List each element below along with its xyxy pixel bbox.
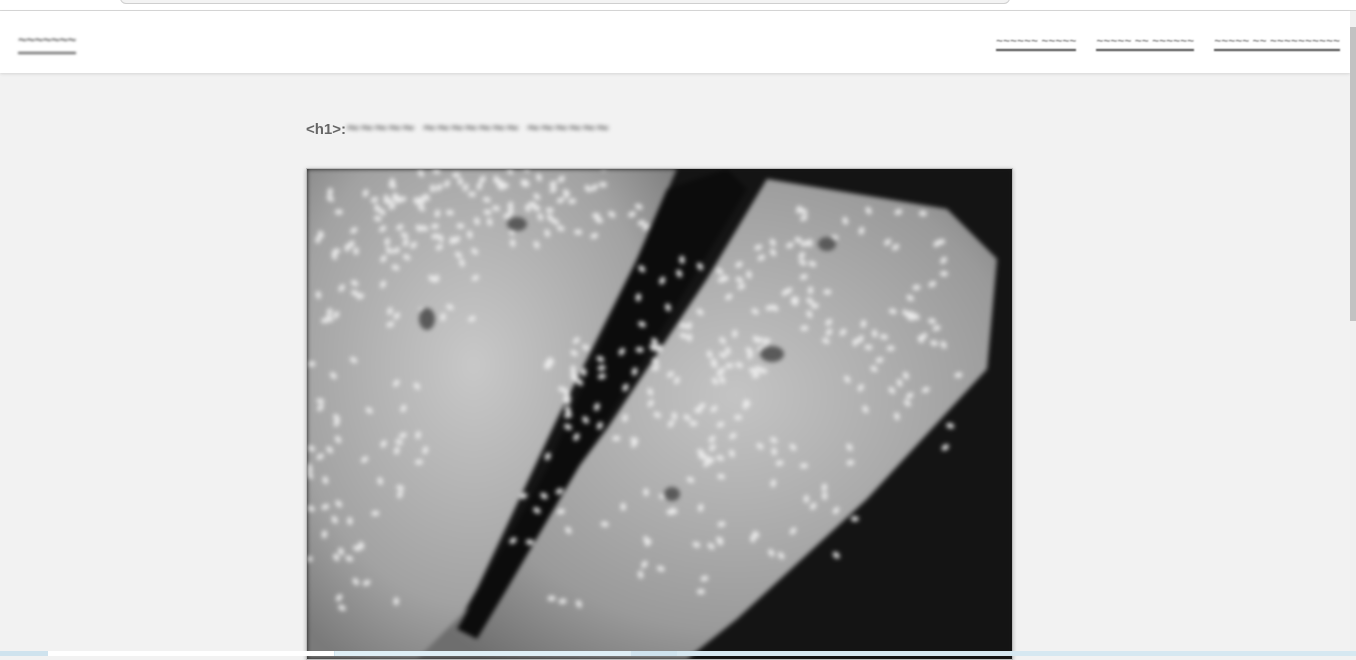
sesame-seed — [850, 516, 859, 522]
nav-link-2[interactable]: ~~~~~ ~~ ~~~~~~ — [1096, 35, 1195, 51]
sesame-seed — [334, 209, 343, 215]
recipe-photo — [306, 168, 1013, 660]
page-title: <h1>:~~~~~ ~~~~~~~ ~~~~~~ — [306, 114, 610, 140]
salmon-photo-graphic — [307, 169, 1012, 659]
nav-links: ~~~~~~ ~~~~~ ~~~~~ ~~ ~~~~~~ ~~~~~ ~~ ~~… — [995, 35, 1340, 51]
browser-toolbar-edge — [0, 0, 1356, 11]
site-brand-link[interactable]: ~~~~~~~ — [18, 33, 76, 54]
taskbar-item[interactable] — [48, 651, 334, 656]
sesame-seed — [696, 589, 705, 595]
os-taskbar — [0, 651, 1356, 656]
heading-tag-label: <h1>: — [306, 121, 347, 138]
sesame-seed — [547, 595, 556, 601]
site-navbar: ~~~~~~~ ~~~~~~ ~~~~~ ~~~~~ ~~ ~~~~~~ ~~~… — [0, 11, 1350, 73]
address-bar[interactable] — [120, 0, 1010, 4]
heading-text: ~~~~~ ~~~~~~~ ~~~~~~ — [346, 115, 610, 140]
nav-link-1[interactable]: ~~~~~~ ~~~~~ — [995, 35, 1077, 51]
nav-link-3[interactable]: ~~~~~ ~~ ~~~~~~~~~~ — [1214, 35, 1340, 51]
scrollbar-thumb[interactable] — [1350, 27, 1356, 321]
taskbar-item[interactable] — [335, 651, 631, 656]
taskbar-item[interactable] — [677, 651, 1356, 656]
sesame-seed — [750, 534, 756, 543]
page-scrollbar[interactable] — [1350, 11, 1356, 656]
